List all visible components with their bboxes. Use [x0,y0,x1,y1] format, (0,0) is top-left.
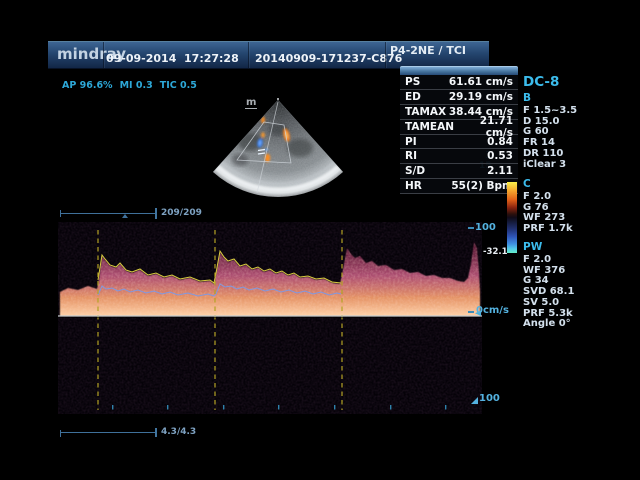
acoustic-output-readout: AP 96.6% MI 0.3 TIC 0.5 [62,80,204,91]
pw-spectrum-display [58,222,482,414]
result-label: TAMEAN [405,121,454,133]
ap-value: AP 96.6% [62,80,113,91]
param-item: DR 110 [523,149,613,160]
pw-mode-header: PW [523,241,613,253]
param-item: SV 5.0 [523,298,613,309]
sweep-start-tick [60,430,61,437]
measurement-results-panel: PS61.61 cm/s ED29.19 cm/s TAMAX38.44 cm/… [400,66,518,194]
sweep-end-tick [155,428,157,437]
divider [248,42,249,68]
result-value: 0.84 [487,136,513,148]
color-mode-header: C [523,178,613,190]
result-label: PI [405,136,417,148]
doppler-baseline [58,315,482,316]
result-label: RI [405,150,417,162]
result-value: 0.53 [487,150,513,162]
sweep-time-counter: 4.3/4.3 [161,427,196,437]
result-row: TAMEAN21.71 cm/s [400,120,518,135]
result-label: S/D [405,165,425,177]
result-row: PS 61.61 cm/s [400,75,518,90]
result-row: S/D 2.11 [400,164,518,179]
result-label: TAMAX [405,106,446,118]
bmode-sector-image [200,90,370,215]
cine-progress-bar[interactable]: 209/209 [60,208,220,222]
color-scale-min-label: -32.1 [483,247,505,257]
velocity-scale-min: 100 [479,393,500,404]
sweep-track[interactable] [60,432,155,433]
sweep-time-bar[interactable]: 4.3/4.3 [60,427,220,441]
system-model-label: DC-8 [523,74,559,90]
cine-position-pointer[interactable] [122,214,128,218]
datetime: 09-09-2014 17:27:28 [106,52,239,65]
result-label: HR [405,180,422,192]
result-value: 2.11 [487,165,513,177]
ultrasound-screen: mindray 09-09-2014 17:27:28 20140909-171… [0,0,640,480]
probe-mode-label: P4-2NE / TCI [390,44,466,57]
mi-value: MI 0.3 [120,80,153,91]
results-panel-titlebar[interactable] [400,66,518,75]
cine-track[interactable] [60,213,155,214]
velocity-scale-max: 100 [475,222,496,233]
spectral-background-noise [58,222,482,414]
sidebar-section-b: B F 1.5~3.5 D 15.0 G 60 FR 14 DR 110 iCl… [523,92,613,170]
result-row: RI 0.53 [400,149,518,164]
velocity-scale-baseline: 0cm/s [476,305,509,316]
param-item: Angle 0° [523,319,613,330]
scale-tick [468,311,474,313]
param-item: iClear 3 [523,160,613,171]
exam-id: 20140909-171237-C876 [255,52,402,65]
cine-start-tick [60,210,61,217]
result-value: 55(2) Bpm [451,180,513,192]
scale-tick [468,227,474,229]
result-value: 29.19 cm/s [449,91,513,103]
sidebar-section-c: C F 2.0 G 76 WF 273 PRF 1.7k [523,178,613,235]
cine-frame-counter: 209/209 [161,208,202,218]
divider [385,42,386,68]
param-item: PRF 1.7k [523,224,613,235]
divider [103,42,104,68]
color-doppler-scale-bar [507,182,517,253]
sidebar-section-pw: PW F 2.0 WF 376 G 34 SVD 68.1 SV 5.0 PRF… [523,241,613,330]
result-row: ED 29.19 cm/s [400,90,518,105]
result-value: 61.61 cm/s [449,76,513,88]
result-label: ED [405,91,421,103]
cine-end-tick [155,208,157,219]
result-label: PS [405,76,420,88]
result-row: HR 55(2) Bpm [400,179,518,194]
b-mode-header: B [523,92,613,104]
tic-value: TIC 0.5 [160,80,197,91]
top-bar: mindray 09-09-2014 17:27:28 20140909-171… [48,41,489,69]
